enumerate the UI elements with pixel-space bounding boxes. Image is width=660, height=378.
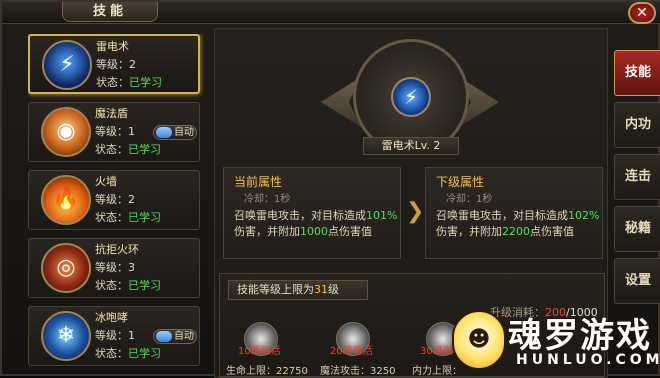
requirement-text: 20级激活 bbox=[330, 346, 373, 357]
thunder-icon: ⚡ bbox=[391, 77, 431, 117]
skill-name: 抗拒火环 bbox=[95, 243, 139, 256]
skill-status: 状态：已学习 bbox=[95, 279, 161, 292]
auto-toggle[interactable]: 自动 bbox=[153, 329, 197, 344]
skill-status: 状态：已学习 bbox=[95, 347, 161, 360]
auto-toggle[interactable]: 自动 bbox=[153, 125, 197, 140]
tab-inner-power[interactable]: 内功 bbox=[614, 102, 660, 148]
skill-level: 等级：2 bbox=[95, 193, 135, 206]
next-description: 召唤雷电攻击，对目标造成102%伤害，并附加2200点伤害值 bbox=[436, 209, 600, 238]
current-cooldown: 冷却：1秒 bbox=[244, 194, 291, 205]
skill-level-label: 雷电术Lv. 2 bbox=[363, 137, 459, 155]
skill-level: 等级：1 bbox=[95, 125, 135, 138]
current-attributes: 当前属性 冷却：1秒 召唤雷电攻击，对目标造成101%伤害，并附加1000点伤害… bbox=[223, 167, 401, 259]
next-cooldown: 冷却：1秒 bbox=[446, 194, 493, 205]
tab-settings[interactable]: 设置 bbox=[614, 258, 660, 304]
current-attr-title: 当前属性 bbox=[234, 175, 283, 189]
skill-card-firewall[interactable]: 🔥 火墙 等级：2 状态：已学习 bbox=[28, 170, 200, 230]
skill-status: 状态：已学习 bbox=[95, 143, 161, 156]
next-attributes: 下级属性 冷却：1秒 召唤雷电攻击，对目标造成102%伤害，并附加2200点伤害… bbox=[425, 167, 603, 259]
tab-secret-book[interactable]: 秘籍 bbox=[614, 206, 660, 252]
skill-card-fire-ring[interactable]: ◎ 抗拒火环 等级：3 状态：已学习 bbox=[28, 238, 200, 298]
level-cap-bar: 技能等级上限为31级 bbox=[228, 280, 368, 300]
tab-combo[interactable]: 连击 bbox=[614, 154, 660, 200]
watermark-text: 魂罗游戏 bbox=[507, 315, 652, 357]
close-button[interactable]: ✕ bbox=[628, 2, 656, 24]
watermark-sub: HUNLUO.COM bbox=[516, 352, 660, 369]
skill-emblem: ⚡ 雷电术Lv. 2 bbox=[315, 33, 505, 165]
current-description: 召唤雷电攻击，对目标造成101%伤害，并附加1000点伤害值 bbox=[234, 209, 398, 238]
skill-level: 等级：3 bbox=[95, 261, 135, 274]
skill-name: 魔法盾 bbox=[95, 107, 128, 120]
stat-magic-attack: 魔法攻击：3250 bbox=[320, 366, 396, 377]
toggle-knob bbox=[156, 331, 172, 342]
watermark-logo: ☻ 魂罗游戏 HUNLUO.COM bbox=[450, 304, 660, 378]
close-icon: ✕ bbox=[636, 5, 648, 21]
title-bar: 技能 ✕ bbox=[2, 2, 660, 24]
thunder-skill-icon: ⚡ bbox=[42, 40, 92, 90]
tab-skills[interactable]: 技能 bbox=[614, 50, 660, 96]
skill-name: 雷电术 bbox=[96, 40, 129, 53]
firewall-skill-icon: 🔥 bbox=[41, 175, 91, 225]
skill-card-thunder[interactable]: ⚡ 雷电术 等级：2 状态：已学习 bbox=[28, 34, 200, 94]
skill-window: 技能 ✕ ⚡ 雷电术 等级：2 状态：已学习 ◉ 魔法盾 等级：1 自动 状态：… bbox=[0, 0, 660, 378]
skill-status: 状态：已学习 bbox=[96, 76, 162, 89]
next-attr-title: 下级属性 bbox=[436, 175, 485, 189]
fire-ring-skill-icon: ◎ bbox=[41, 243, 91, 293]
ice-roar-skill-icon: ❄ bbox=[41, 311, 91, 361]
toggle-knob bbox=[156, 127, 172, 138]
skill-name: 火墙 bbox=[95, 175, 117, 188]
skill-level: 等级：1 bbox=[95, 329, 135, 342]
skill-status: 状态：已学习 bbox=[95, 211, 161, 224]
arrow-right-icon: ❯ bbox=[406, 199, 425, 224]
skill-card-ice-roar[interactable]: ❄ 冰咆哮 等级：1 自动 状态：已学习 bbox=[28, 306, 200, 366]
mascot-face-icon: ☻ bbox=[452, 310, 506, 370]
skill-card-magic-shield[interactable]: ◉ 魔法盾 等级：1 自动 状态：已学习 bbox=[28, 102, 200, 162]
requirement-text: 10级激活 bbox=[238, 346, 281, 357]
magic-shield-skill-icon: ◉ bbox=[41, 107, 91, 157]
window-title: 技能 bbox=[62, 2, 158, 22]
skill-level: 等级：2 bbox=[96, 58, 136, 71]
skill-list: ⚡ 雷电术 等级：2 状态：已学习 ◉ 魔法盾 等级：1 自动 状态：已学习 🔥… bbox=[28, 34, 204, 378]
stat-hp-max: 生命上限：22750 bbox=[226, 366, 308, 377]
skill-name: 冰咆哮 bbox=[95, 311, 128, 324]
side-tabs: 技能 内功 连击 秘籍 设置 bbox=[614, 50, 660, 310]
